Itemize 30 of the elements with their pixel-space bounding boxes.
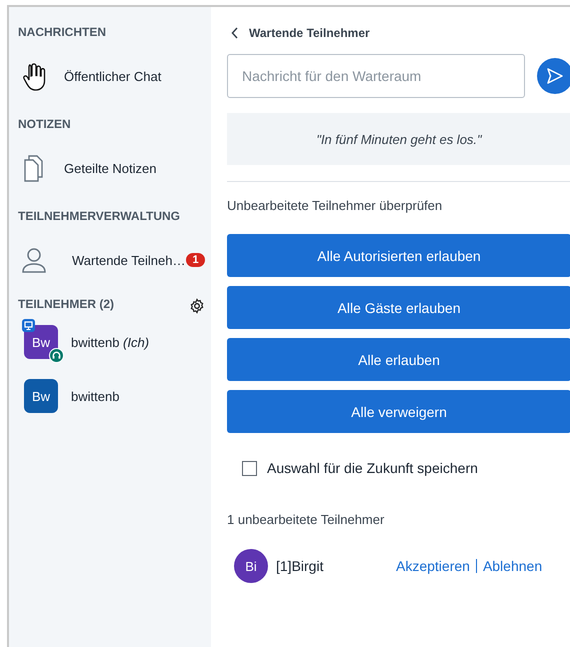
- section-title: TEILNEHMERVERWALTUNG: [18, 209, 180, 225]
- section-title: NACHRICHTEN: [18, 25, 106, 41]
- sidebar-item[interactable]: Wartende Teilneh…: [72, 252, 186, 268]
- sidebar-item[interactable]: Öffentlicher Chat: [64, 68, 162, 84]
- settings-icon[interactable]: [189, 298, 205, 314]
- user-name[interactable]: bwittenb: [71, 388, 120, 404]
- user-avatar: Bw: [24, 379, 58, 413]
- user-name: [1]Birgit: [276, 558, 324, 574]
- action-button[interactable]: Alle Autorisierten erlauben: [227, 234, 570, 277]
- section-title: NOTIZEN: [18, 117, 71, 133]
- sidebar-item[interactable]: Geteilte Notizen: [64, 160, 156, 176]
- reject-link[interactable]: Ablehnen: [482, 558, 542, 574]
- back-chevron-icon[interactable]: [231, 27, 239, 39]
- user-avatar: Bi: [234, 549, 268, 583]
- user-name[interactable]: bwittenb (Ich): [71, 334, 150, 350]
- section-label: Unbearbeitete Teilnehmer überprüfen: [227, 198, 442, 213]
- count-badge: 1: [186, 253, 205, 267]
- section-title: TEILNEHMER (2): [18, 297, 114, 313]
- send-button[interactable]: [537, 58, 570, 94]
- action-button[interactable]: Alle erlauben: [227, 338, 570, 381]
- message-input[interactable]: Nachricht für den Warteraum: [227, 54, 525, 98]
- quote-text: "In fünf Minuten geht es los.": [316, 132, 482, 146]
- accept-link[interactable]: Akzeptieren: [396, 558, 470, 574]
- pending-count: 1 unbearbeitete Teilnehmer: [227, 512, 384, 527]
- action-button[interactable]: Alle Gäste erlauben: [227, 286, 570, 329]
- action-button[interactable]: Alle verweigern: [227, 390, 570, 433]
- checkbox[interactable]: [242, 460, 257, 476]
- panel-title: Wartende Teilnehmer: [249, 26, 370, 40]
- checkbox-label: Auswahl für die Zukunft speichern: [267, 460, 478, 476]
- send-icon: [546, 67, 564, 85]
